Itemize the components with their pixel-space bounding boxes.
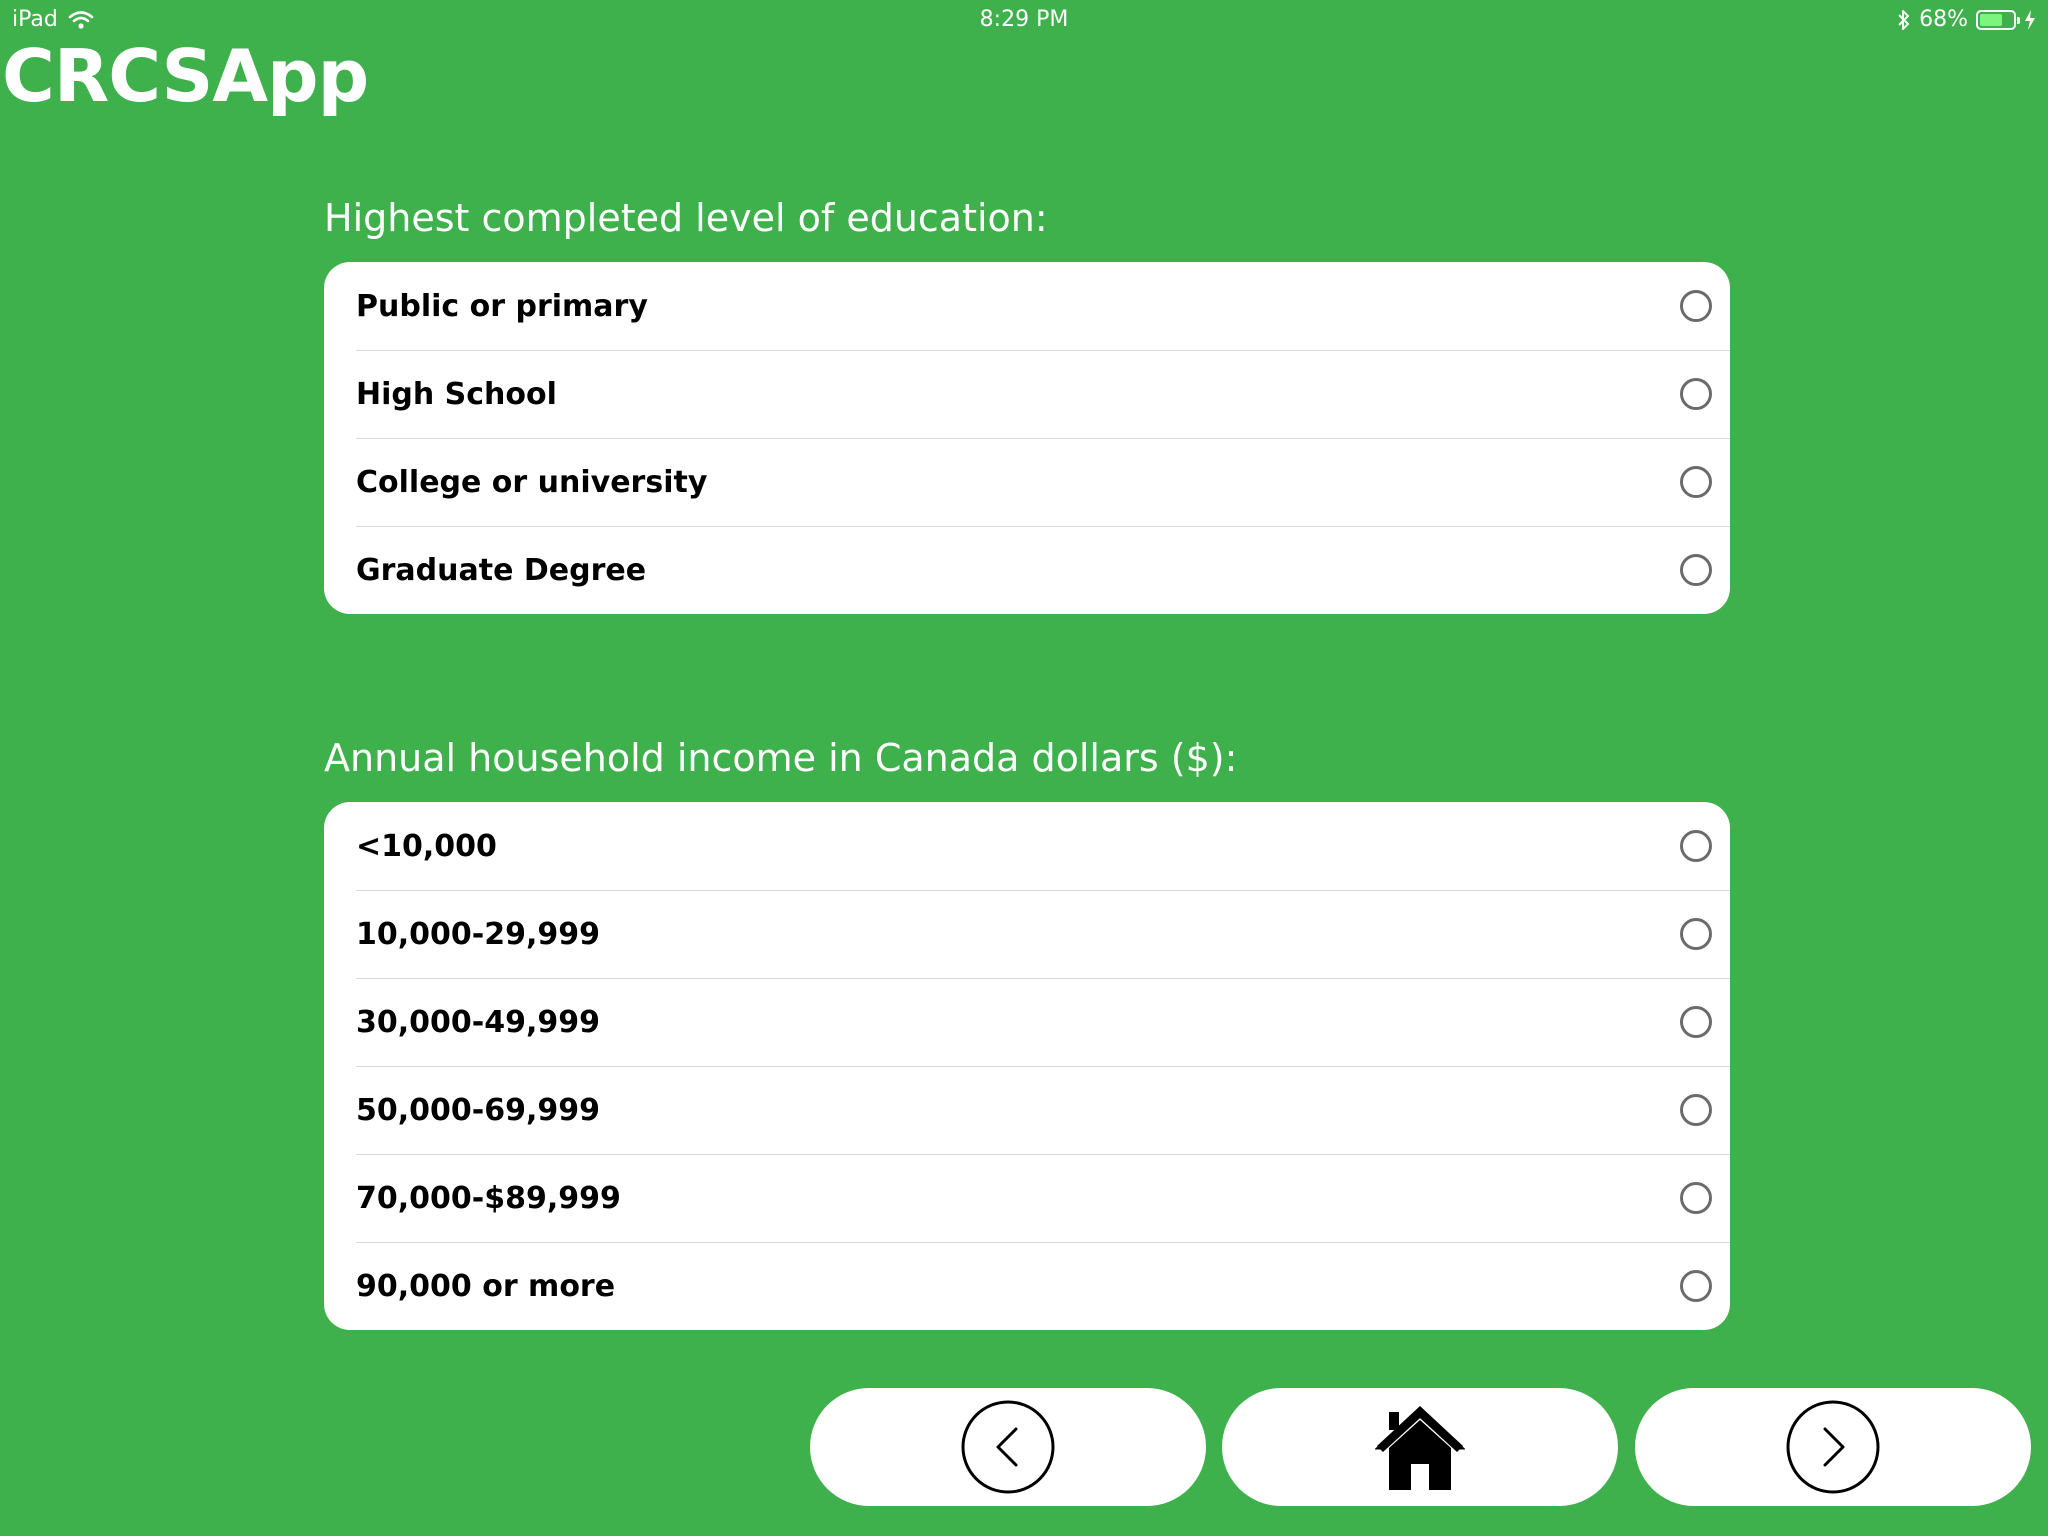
- option-label: 90,000 or more: [356, 1268, 616, 1304]
- status-right: 68%: [1897, 7, 2036, 32]
- option-label: 70,000-$89,999: [356, 1180, 621, 1216]
- radio-button[interactable]: [1680, 1270, 1712, 1302]
- option-label: Public or primary: [356, 288, 648, 324]
- option-label: High School: [356, 376, 557, 412]
- income-question-label: Annual household income in Canada dollar…: [324, 736, 1238, 780]
- income-option-90000-or-more[interactable]: 90,000 or more: [324, 1242, 1730, 1330]
- next-button[interactable]: [1635, 1388, 2031, 1506]
- radio-button[interactable]: [1680, 830, 1712, 862]
- education-option-public-primary[interactable]: Public or primary: [324, 262, 1730, 350]
- chevron-left-circle-icon: [961, 1400, 1055, 1494]
- option-label: College or university: [356, 464, 708, 500]
- radio-button[interactable]: [1680, 1182, 1712, 1214]
- chevron-right-circle-icon: [1786, 1400, 1880, 1494]
- income-option-70000-89999[interactable]: 70,000-$89,999: [324, 1154, 1730, 1242]
- education-option-college-university[interactable]: College or university: [324, 438, 1730, 526]
- radio-button[interactable]: [1680, 378, 1712, 410]
- battery-percent: 68%: [1919, 7, 1968, 32]
- income-option-30000-49999[interactable]: 30,000-49,999: [324, 978, 1730, 1066]
- home-icon: [1375, 1406, 1465, 1490]
- education-options-card: Public or primary High School College or…: [324, 262, 1730, 614]
- option-label: 30,000-49,999: [356, 1004, 600, 1040]
- radio-button[interactable]: [1680, 918, 1712, 950]
- radio-button[interactable]: [1680, 554, 1712, 586]
- education-question-label: Highest completed level of education:: [324, 196, 1048, 240]
- status-time: 8:29 PM: [979, 7, 1069, 32]
- battery-level: [1980, 13, 2002, 26]
- education-option-high-school[interactable]: High School: [324, 350, 1730, 438]
- battery-icon: [1976, 9, 2020, 30]
- income-option-10000-29999[interactable]: 10,000-29,999: [324, 890, 1730, 978]
- radio-button[interactable]: [1680, 1094, 1712, 1126]
- income-option-under-10000[interactable]: <10,000: [324, 802, 1730, 890]
- education-option-graduate-degree[interactable]: Graduate Degree: [324, 526, 1730, 614]
- option-label: 10,000-29,999: [356, 916, 600, 952]
- income-option-50000-69999[interactable]: 50,000-69,999: [324, 1066, 1730, 1154]
- option-label: 50,000-69,999: [356, 1092, 600, 1128]
- radio-button[interactable]: [1680, 290, 1712, 322]
- bluetooth-icon: [1898, 9, 1910, 30]
- radio-button[interactable]: [1680, 1006, 1712, 1038]
- back-button[interactable]: [810, 1388, 1206, 1506]
- charging-bolt-icon: [2025, 9, 2035, 30]
- app-title: CRCSApp: [2, 34, 369, 118]
- option-label: Graduate Degree: [356, 552, 647, 588]
- home-button[interactable]: [1222, 1388, 1618, 1506]
- radio-button[interactable]: [1680, 466, 1712, 498]
- income-options-card: <10,000 10,000-29,999 30,000-49,999 50,0…: [324, 802, 1730, 1330]
- option-label: <10,000: [356, 828, 497, 864]
